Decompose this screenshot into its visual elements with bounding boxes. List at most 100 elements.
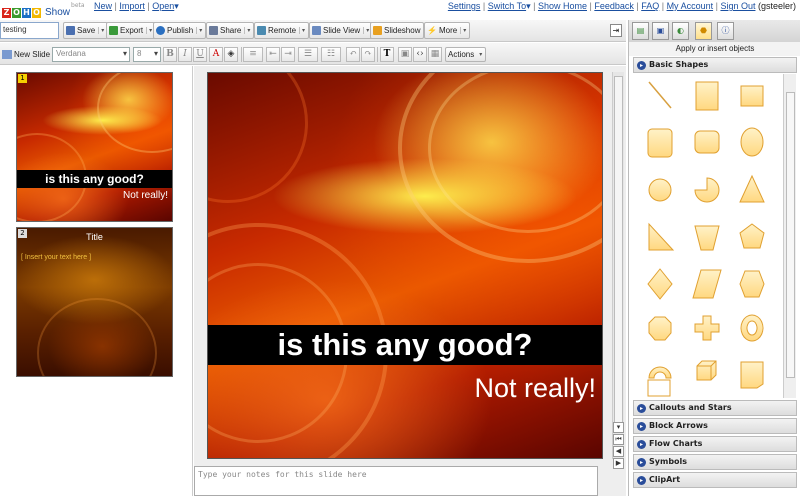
zoho-show-logo[interactable]: Z O H O Show beta	[2, 2, 85, 18]
font-size-select[interactable]: 8	[133, 47, 161, 62]
prev-slide-icon[interactable]: ◀	[613, 446, 624, 457]
collapse-panel-button[interactable]: ⇥	[610, 24, 622, 37]
expand-icon: ▸	[637, 61, 646, 70]
settings-link[interactable]: Settings	[448, 1, 481, 11]
image-icon[interactable]: ▣	[398, 47, 412, 62]
html-icon[interactable]: ‹›	[413, 47, 427, 62]
slide-thumbnail-1[interactable]: 1 is this any good? Not really!	[16, 72, 173, 222]
category-basic-shapes[interactable]: ▸ Basic Shapes	[633, 57, 797, 73]
bold-button[interactable]: B	[163, 47, 177, 62]
shapes-tab-icon[interactable]: ⬣	[695, 22, 712, 40]
diamond-shape[interactable]	[647, 268, 673, 300]
numbered-list-icon[interactable]: ☷	[321, 47, 341, 62]
arc-shape[interactable]	[648, 366, 672, 379]
open-link[interactable]: Open	[152, 1, 174, 11]
remote-icon	[257, 26, 266, 35]
donut-shape[interactable]	[740, 314, 764, 342]
current-slide-canvas[interactable]: is this any good? Not really!	[207, 72, 603, 459]
slide-view-icon	[312, 26, 321, 35]
switch-to-link[interactable]: Switch To	[488, 1, 526, 11]
indent-decrease-icon[interactable]: ⇤	[266, 47, 280, 62]
highlight-icon[interactable]: ◈	[224, 47, 238, 62]
oval-shape[interactable]	[648, 178, 672, 202]
plus-shape[interactable]	[694, 315, 720, 341]
line-shape[interactable]	[648, 81, 672, 109]
triangle-shape[interactable]	[739, 174, 765, 203]
more-button[interactable]: ⚡ More ▾	[424, 22, 471, 39]
undo-icon[interactable]: ↶	[346, 47, 360, 62]
insert-slide-tab-icon[interactable]: ▤	[632, 22, 649, 40]
hexagon-shape[interactable]	[739, 270, 765, 298]
category-clipart[interactable]: ▸ ClipArt	[633, 472, 797, 488]
import-link[interactable]: Import	[119, 1, 145, 11]
redo-icon[interactable]: ↷	[361, 47, 375, 62]
category-flow-charts[interactable]: ▸ Flow Charts	[633, 436, 797, 452]
bullet-list-icon[interactable]: ☰	[298, 47, 318, 62]
folded-page-shape[interactable]	[740, 361, 764, 389]
text-tool-button[interactable]: T	[380, 47, 394, 62]
sign-out-link[interactable]: Sign Out	[720, 1, 755, 11]
slide-placeholder: [ Insert your text here ]	[21, 254, 92, 261]
next-slide-icon[interactable]: ▶	[613, 458, 624, 469]
first-slide-icon[interactable]: ⏮	[613, 434, 624, 445]
pie-shape[interactable]	[694, 177, 720, 203]
editor-scrollbar[interactable]	[612, 72, 624, 459]
category-callouts-stars[interactable]: ▸ Callouts and Stars	[633, 400, 797, 416]
floppy-icon	[66, 26, 75, 35]
slide-view-button[interactable]: Slide View ▾	[309, 22, 374, 39]
slideshow-button[interactable]: Slideshow	[370, 22, 425, 39]
category-block-arrows[interactable]: ▸ Block Arrows	[633, 418, 797, 434]
app-name: Show	[45, 7, 71, 18]
feedback-link[interactable]: Feedback	[594, 1, 634, 11]
indent-increase-icon[interactable]: ⇥	[281, 47, 295, 62]
show-home-link[interactable]: Show Home	[538, 1, 587, 11]
theme-tab-icon[interactable]: ◐	[672, 22, 689, 40]
faq-link[interactable]: FAQ	[641, 1, 659, 11]
layout-tab-icon[interactable]: ▣	[652, 22, 669, 40]
font-color-icon[interactable]: A	[209, 47, 223, 62]
frame-shape[interactable]	[647, 379, 671, 397]
octagon-shape[interactable]	[648, 316, 672, 341]
objects-panel: ▤ ▣ ◐ ⬣ ⓘ Apply or insert objects ▸ Basic…	[628, 20, 800, 496]
account-links: Settings | Switch To▾ | Show Home | Feed…	[447, 1, 796, 11]
trapezoid-shape[interactable]	[694, 225, 720, 251]
new-slide-button[interactable]: New Slide	[2, 46, 50, 62]
slide-number: 1	[18, 74, 27, 83]
top-menu: New | Import | Open▾	[94, 1, 179, 11]
category-symbols[interactable]: ▸ Symbols	[633, 454, 797, 470]
slide-subtitle[interactable]: Not really!	[474, 373, 596, 404]
align-icon[interactable]: ≡	[243, 47, 263, 62]
rectangle-shape[interactable]	[695, 81, 719, 111]
share-button[interactable]: Share ▾	[206, 22, 255, 39]
font-family-select[interactable]: Verdana	[52, 47, 130, 62]
shapes-scrollbar[interactable]	[783, 74, 796, 398]
ellipse-shape[interactable]	[740, 127, 764, 157]
save-button[interactable]: Save ▾	[63, 22, 109, 39]
slide-title: is this any good?	[17, 170, 172, 188]
parallelogram-shape[interactable]	[692, 269, 722, 299]
presentation-name-field[interactable]: testing	[0, 22, 59, 39]
underline-button[interactable]: U	[193, 47, 207, 62]
rounded-rectangle-shape[interactable]	[647, 128, 673, 158]
format-toolbar: New Slide Verdana 8 B I U A ◈ ≡ ⇤ ⇥ ☰ ☷ …	[0, 43, 626, 65]
export-button[interactable]: Export ▾	[106, 22, 157, 39]
rounded-square-shape[interactable]	[694, 130, 720, 154]
logo-letter: O	[32, 8, 41, 18]
slide-notes-input[interactable]: Type your notes for this slide here	[194, 466, 598, 496]
right-triangle-shape[interactable]	[648, 222, 675, 251]
new-link[interactable]: New	[94, 1, 112, 11]
italic-button[interactable]: I	[178, 47, 192, 62]
table-icon[interactable]: ▦	[428, 47, 442, 62]
cube-shape[interactable]	[696, 360, 717, 381]
slide-thumbnail-2[interactable]: 2 Title [ Insert your text here ]	[16, 227, 173, 377]
my-account-link[interactable]: My Account	[667, 1, 714, 11]
info-tab-icon[interactable]: ⓘ	[717, 22, 734, 40]
remote-button[interactable]: Remote ▾	[254, 22, 310, 39]
expand-icon: ▸	[637, 404, 646, 413]
wide-rectangle-shape[interactable]	[740, 85, 764, 107]
publish-button[interactable]: Publish ▾	[153, 22, 207, 39]
slide-title[interactable]: is this any good?	[208, 325, 602, 365]
pentagon-shape[interactable]	[739, 223, 765, 249]
scroll-down-icon[interactable]: ▾	[613, 422, 624, 433]
actions-button[interactable]: Actions ▾	[445, 47, 487, 62]
